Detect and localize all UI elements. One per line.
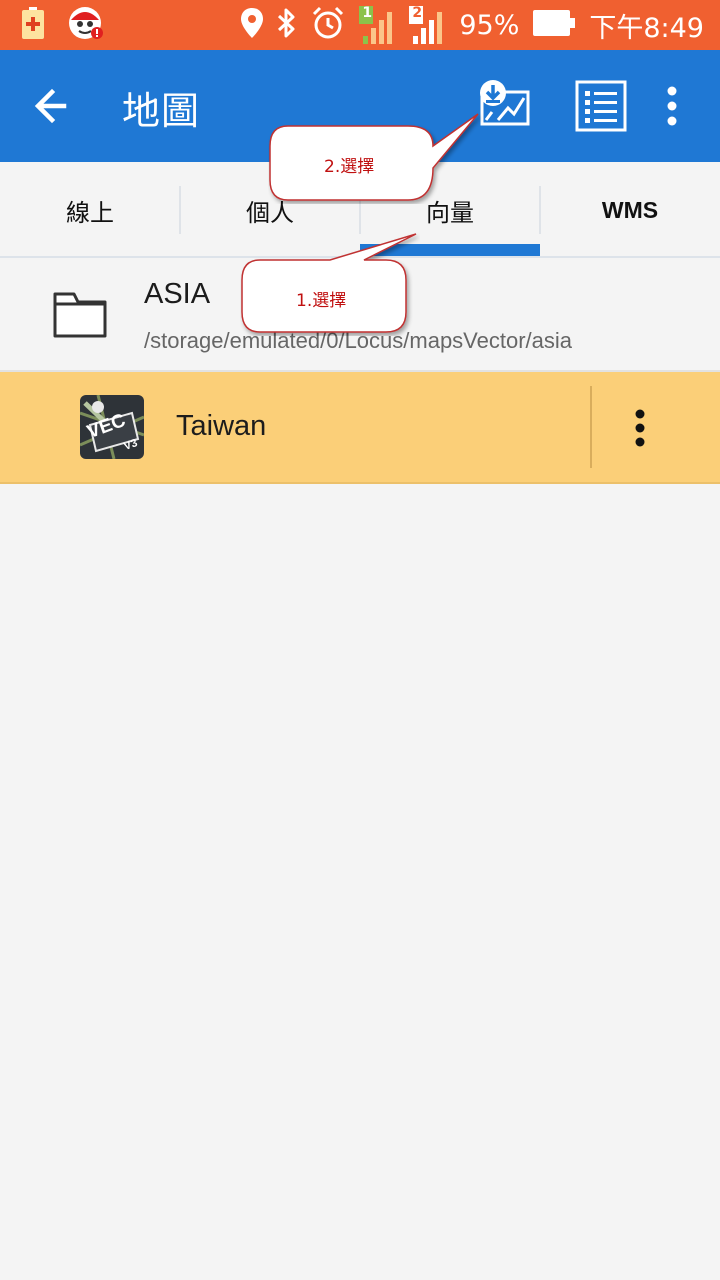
download-map-icon	[480, 80, 530, 126]
status-bar-right: 1 2 95% 下午8:49	[241, 5, 704, 44]
map-item-row[interactable]: VEC V3 Taiwan	[0, 372, 720, 484]
signal-sim1-icon: 1	[359, 5, 395, 44]
tab-online[interactable]: 線上	[0, 162, 180, 258]
folder-name: ASIA	[144, 278, 211, 310]
battery-percent: 95%	[459, 9, 520, 41]
location-icon	[241, 8, 264, 42]
battery-icon	[533, 10, 576, 40]
tab-selected-indicator	[360, 244, 540, 256]
map-row-divider	[590, 386, 592, 468]
status-bar: 1 2 95% 下午8:49	[0, 0, 720, 50]
back-button[interactable]	[30, 84, 80, 128]
status-bar-left	[22, 6, 104, 44]
vector-map-icon: VEC V3	[80, 395, 144, 459]
download-map-button[interactable]	[476, 80, 532, 130]
arrow-left-icon	[34, 88, 67, 124]
app-notification-icon	[68, 6, 104, 44]
battery-saver-icon	[22, 7, 44, 43]
more-vert-icon	[635, 409, 645, 447]
tab-wms[interactable]: WMS	[540, 162, 720, 258]
map-name: Taiwan	[176, 410, 267, 442]
page-title: 地圖	[122, 89, 201, 133]
sim2-label: 2	[412, 5, 423, 21]
list-icon	[575, 80, 627, 132]
signal-sim2-icon: 2	[409, 5, 445, 44]
app-bar: 地圖	[0, 50, 720, 162]
more-vert-icon	[667, 86, 677, 126]
folder-path: /storage/emulated/0/Locus/mapsVector/asi…	[144, 328, 573, 353]
folder-row[interactable]: ASIA /storage/emulated/0/Locus/mapsVecto…	[0, 258, 720, 372]
tab-bar: 線上 個人 向量 WMS	[0, 162, 720, 258]
tab-personal[interactable]: 個人	[180, 162, 360, 258]
bluetooth-icon	[277, 7, 297, 43]
folder-icon	[52, 284, 108, 342]
map-item-menu-button[interactable]	[626, 408, 654, 448]
sim1-label: 1	[362, 5, 373, 21]
alarm-icon	[311, 6, 345, 44]
clock: 下午8:49	[589, 12, 704, 44]
overflow-menu-button[interactable]	[658, 84, 686, 128]
list-view-button[interactable]	[575, 80, 627, 132]
